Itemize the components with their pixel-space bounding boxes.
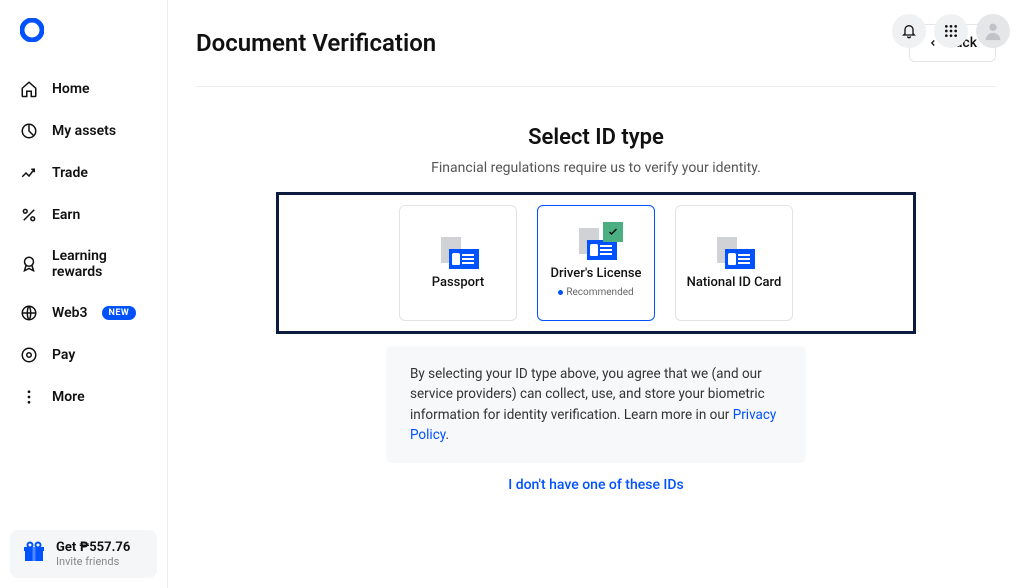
- more-icon: [20, 388, 38, 406]
- id-card-icon: [713, 237, 755, 269]
- id-option-national-id[interactable]: National ID Card: [675, 205, 793, 321]
- coin-icon: [20, 346, 38, 364]
- sidebar-item-earn[interactable]: Earn: [0, 196, 167, 234]
- main-content: Document Verification Back Select ID typ…: [168, 0, 1024, 588]
- apps-button[interactable]: [934, 14, 968, 48]
- id-label: National ID Card: [687, 275, 782, 290]
- chart-icon: [20, 164, 38, 182]
- disclaimer-end: .: [445, 427, 449, 443]
- sidebar-item-web3[interactable]: Web3 NEW: [0, 294, 167, 332]
- id-option-passport[interactable]: Passport: [399, 205, 517, 321]
- recommended-badge: Recommended: [558, 287, 633, 298]
- sidebar-nav: Home My assets Trade Earn Learning rewar…: [0, 70, 167, 416]
- sidebar-item-assets[interactable]: My assets: [0, 112, 167, 150]
- page-header: Document Verification Back: [196, 24, 996, 87]
- id-card-icon: [575, 228, 617, 260]
- new-badge: NEW: [102, 306, 137, 320]
- header-actions: [892, 14, 1010, 48]
- id-card-icon: [437, 237, 479, 269]
- notifications-button[interactable]: [892, 14, 926, 48]
- invite-friends-box[interactable]: Get ₱557.76 Invite friends: [10, 530, 157, 578]
- disclaimer-text: By selecting your ID type above, you agr…: [410, 366, 765, 423]
- content: Select ID type Financial regulations req…: [276, 125, 916, 493]
- percent-icon: [20, 206, 38, 224]
- award-icon: [20, 255, 38, 273]
- sidebar-item-label: My assets: [52, 123, 116, 139]
- sidebar-item-label: Learning rewards: [52, 248, 147, 280]
- id-label: Passport: [432, 275, 485, 290]
- sidebar-item-label: Pay: [52, 347, 75, 363]
- sidebar: Home My assets Trade Earn Learning rewar…: [0, 0, 168, 588]
- sidebar-item-label: Web3: [52, 305, 88, 321]
- disclaimer: By selecting your ID type above, you agr…: [386, 346, 806, 463]
- logo[interactable]: [20, 18, 44, 42]
- sidebar-item-more[interactable]: More: [0, 378, 167, 416]
- id-options: Passport Driver's License Recommended: [293, 205, 899, 321]
- invite-title: Get ₱557.76: [56, 540, 130, 555]
- globe-icon: [20, 304, 38, 322]
- pie-icon: [20, 122, 38, 140]
- sidebar-item-home[interactable]: Home: [0, 70, 167, 108]
- section-subtitle: Financial regulations require us to veri…: [276, 160, 916, 176]
- invite-subtitle: Invite friends: [56, 555, 130, 568]
- gift-icon: [22, 540, 46, 568]
- no-id-link[interactable]: I don't have one of these IDs: [276, 477, 916, 493]
- sidebar-item-trade[interactable]: Trade: [0, 154, 167, 192]
- sidebar-item-label: Trade: [52, 165, 88, 181]
- sidebar-item-pay[interactable]: Pay: [0, 336, 167, 374]
- avatar[interactable]: [976, 14, 1010, 48]
- home-icon: [20, 80, 38, 98]
- page-title: Document Verification: [196, 29, 436, 57]
- id-option-drivers-license[interactable]: Driver's License Recommended: [537, 205, 655, 321]
- sidebar-item-label: More: [52, 389, 85, 405]
- id-label: Driver's License: [551, 266, 642, 281]
- check-icon: [603, 222, 623, 242]
- sidebar-item-label: Earn: [52, 207, 80, 223]
- id-options-highlight: Passport Driver's License Recommended: [276, 192, 916, 334]
- sidebar-item-label: Home: [52, 81, 90, 97]
- section-title: Select ID type: [276, 125, 916, 150]
- sidebar-item-learning[interactable]: Learning rewards: [0, 238, 167, 290]
